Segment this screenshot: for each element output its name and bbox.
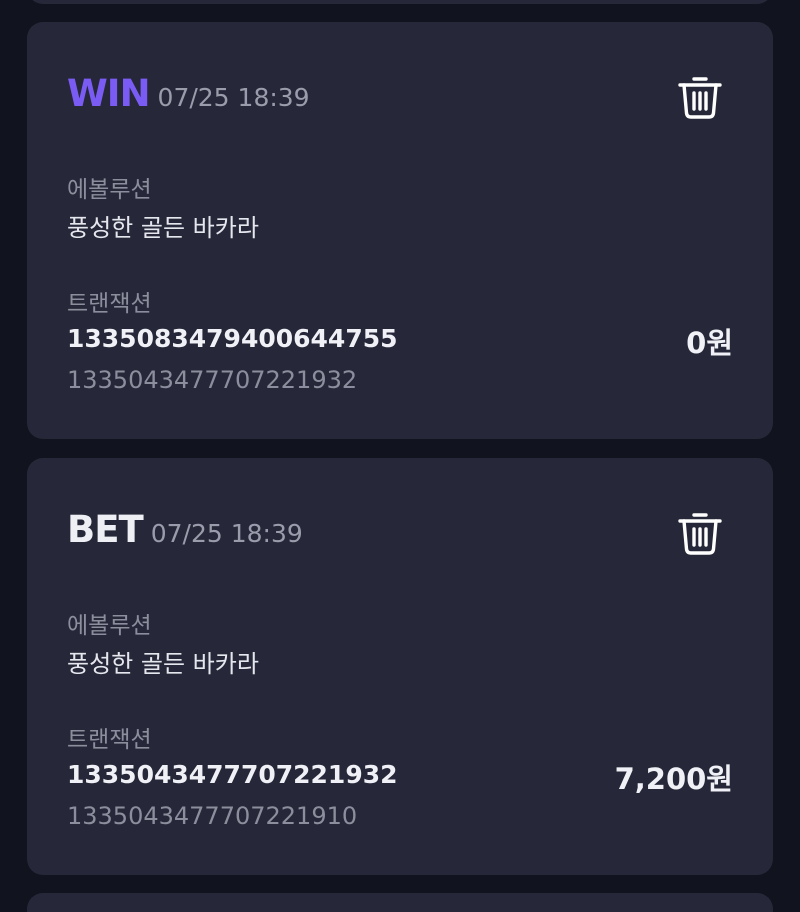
reference-id: 1335043477707221910 [67, 802, 358, 830]
card-header: WIN 07/25 18:39 [67, 72, 310, 115]
provider-label: 에볼루션 [67, 613, 152, 639]
trash-icon [678, 513, 722, 555]
transaction-type: WIN [67, 72, 151, 115]
transaction-type: BET [67, 508, 144, 551]
history-card: BET 07/25 18:39 에볼루션 풍성한 골든 바카라 트랜잭션 133… [27, 458, 773, 875]
provider-label: 에볼루션 [67, 177, 152, 203]
transaction-id: 1335083479400644755 [67, 324, 398, 353]
game-name: 풍성한 골든 바카라 [67, 214, 259, 242]
transaction-time: 07/25 18:39 [157, 83, 310, 112]
trash-icon [678, 77, 722, 119]
amount: 7,200원 [614, 762, 733, 796]
card-header: BET 07/25 18:39 [67, 508, 303, 551]
transaction-id: 1335043477707221932 [67, 760, 398, 789]
history-list: WIN 07/25 18:39 에볼루션 풍성한 골든 바카라 트랜잭션 133… [0, 0, 800, 912]
transaction-label: 트랜잭션 [67, 727, 152, 753]
delete-button[interactable] [677, 72, 723, 120]
transaction-label: 트랜잭션 [67, 291, 152, 317]
reference-id: 1335043477707221932 [67, 366, 358, 394]
amount: 0원 [686, 326, 733, 360]
history-card: WIN 07/25 18:39 에볼루션 풍성한 골든 바카라 트랜잭션 133… [27, 22, 773, 439]
delete-button[interactable] [677, 508, 723, 556]
history-card-partial [27, 893, 773, 912]
transaction-time: 07/25 18:39 [150, 519, 303, 548]
game-name: 풍성한 골든 바카라 [67, 650, 259, 678]
history-card-partial [27, 0, 773, 4]
